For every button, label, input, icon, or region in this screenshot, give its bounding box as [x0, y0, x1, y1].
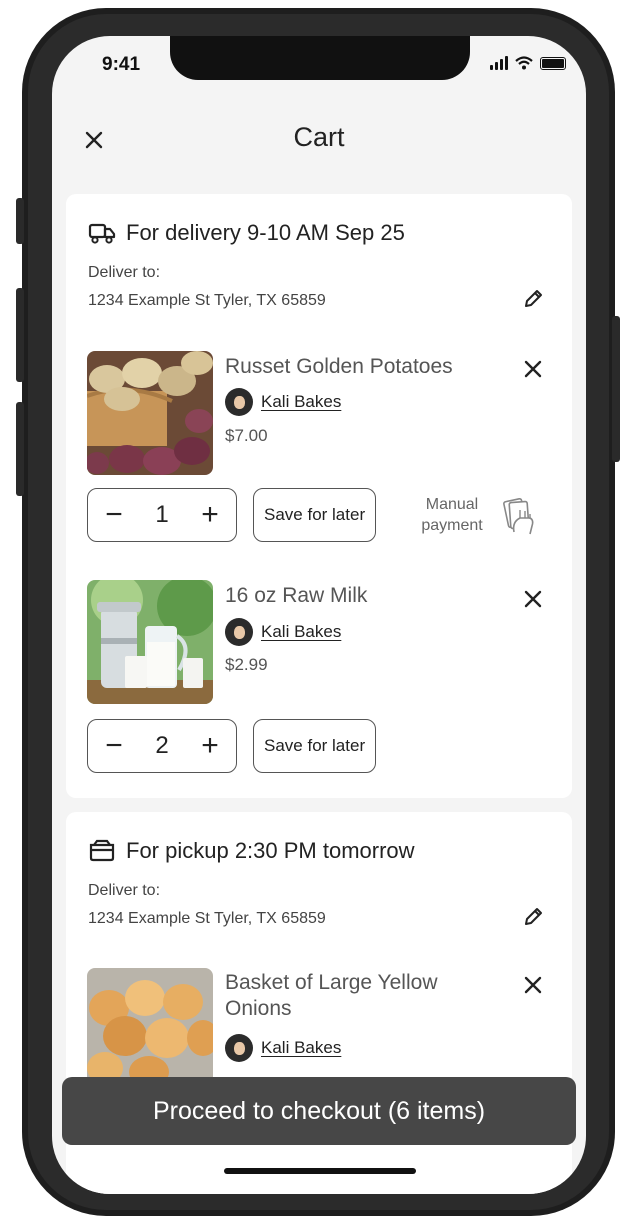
item-name[interactable]: Russet Golden Potatoes	[225, 354, 515, 380]
item-price: $2.99	[225, 655, 268, 674]
status-icons	[490, 56, 566, 70]
volume-up-button	[16, 288, 24, 382]
manual-payment-label: Manual payment	[411, 494, 493, 536]
signal-icon	[490, 56, 508, 70]
notch	[170, 36, 470, 80]
item-name[interactable]: Basket of Large Yellow Onions	[225, 970, 515, 1022]
seller-link[interactable]: Kali Bakes	[261, 1038, 341, 1058]
delivery-address: 1234 Example St Tyler, TX 65859	[88, 292, 326, 309]
cash-hand-icon	[503, 497, 534, 535]
delivery-title-text: For delivery 9-10 AM Sep 25	[126, 220, 405, 245]
increase-quantity-button[interactable]: +	[196, 500, 224, 530]
pickup-title: For pickup 2:30 PM tomorrow	[88, 838, 415, 864]
volume-down-button	[16, 402, 24, 496]
app-screen: 9:41 Cart For delivery 9-10 AM Sep 25 De…	[52, 36, 586, 1194]
item-name-line1: Basket of Large Yellow	[225, 971, 438, 994]
delivery-title: For delivery 9-10 AM Sep 25	[88, 220, 405, 246]
seller-avatar	[225, 1034, 253, 1062]
remove-item-icon[interactable]	[522, 358, 544, 380]
remove-item-icon[interactable]	[522, 974, 544, 996]
manual-payment-line1: Manual	[425, 496, 479, 513]
seller-avatar	[225, 388, 253, 416]
status-time: 9:41	[102, 54, 141, 75]
item-price: $7.00	[225, 426, 268, 445]
edit-pencil-icon[interactable]	[522, 906, 544, 928]
seller-row: Kali Bakes	[225, 618, 341, 646]
seller-row: Kali Bakes	[225, 388, 341, 416]
pickup-title-text: For pickup 2:30 PM tomorrow	[126, 838, 415, 863]
save-for-later-button[interactable]: Save for later	[253, 488, 377, 542]
battery-icon	[540, 56, 566, 70]
delivery-section: For delivery 9-10 AM Sep 25 Deliver to: …	[66, 194, 572, 798]
save-for-later-button[interactable]: Save for later	[253, 719, 377, 773]
pickup-address: 1234 Example St Tyler, TX 65859	[88, 910, 326, 927]
item-name-line2: Onions	[225, 997, 292, 1020]
quantity-stepper: − 2 +	[87, 719, 237, 773]
remove-item-icon[interactable]	[522, 588, 544, 610]
header: Cart	[52, 116, 586, 166]
decrease-quantity-button[interactable]: −	[100, 500, 128, 530]
item-name[interactable]: 16 oz Raw Milk	[225, 583, 515, 609]
decrease-quantity-button[interactable]: −	[100, 731, 128, 761]
seller-link[interactable]: Kali Bakes	[261, 622, 341, 642]
quantity-stepper: − 1 +	[87, 488, 237, 542]
proceed-to-checkout-button[interactable]: Proceed to checkout (6 items)	[62, 1077, 576, 1145]
home-indicator	[224, 1168, 416, 1174]
pickup-box-icon	[89, 839, 115, 862]
mute-switch	[16, 198, 24, 244]
deliver-to-label: Deliver to:	[88, 882, 161, 899]
edit-pencil-icon[interactable]	[522, 288, 544, 310]
manual-payment-line2: payment	[421, 517, 483, 534]
seller-row: Kali Bakes	[225, 1034, 341, 1062]
power-button	[612, 316, 620, 462]
quantity-value: 1	[155, 501, 169, 528]
increase-quantity-button[interactable]: +	[196, 731, 224, 761]
truck-icon	[88, 223, 116, 244]
potatoes-image[interactable]	[87, 351, 213, 475]
wifi-icon	[515, 56, 533, 70]
raw-milk-image[interactable]	[87, 580, 213, 704]
onions-image[interactable]	[87, 968, 213, 1092]
deliver-to-label: Deliver to:	[88, 264, 161, 281]
page-title: Cart	[293, 122, 345, 152]
seller-link[interactable]: Kali Bakes	[261, 392, 341, 412]
quantity-value: 2	[155, 732, 169, 759]
seller-avatar	[225, 618, 253, 646]
